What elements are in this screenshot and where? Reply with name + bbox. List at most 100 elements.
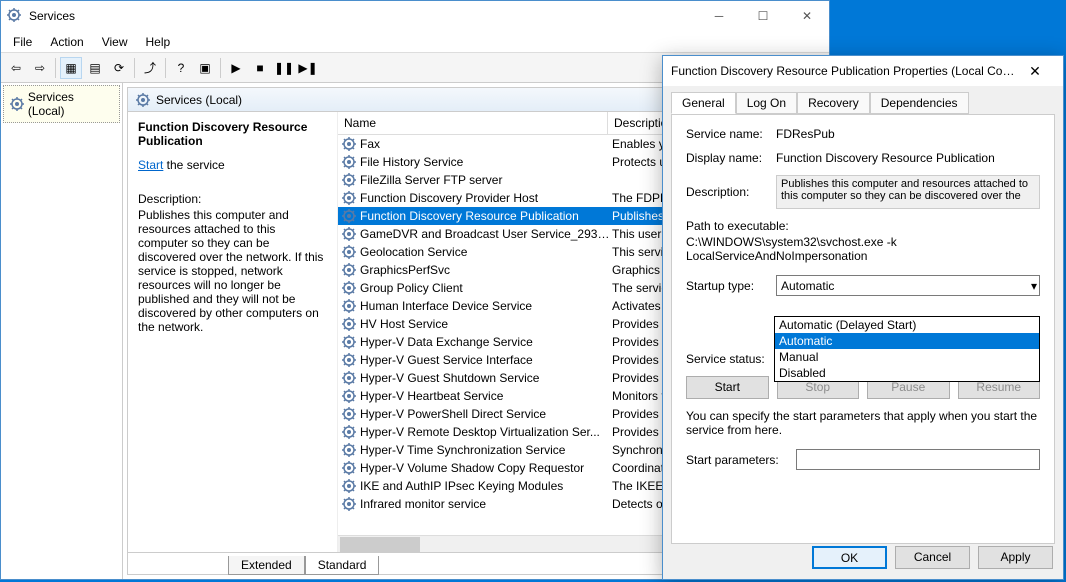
tab-recovery[interactable]: Recovery [797,92,870,114]
tab-standard[interactable]: Standard [305,556,380,575]
pause-service-button[interactable]: ❚❚ [273,57,295,79]
gear-icon [342,425,356,439]
dialog-title: Function Discovery Resource Publication … [671,64,1015,78]
minimize-button[interactable]: ─ [697,1,741,31]
tree-root[interactable]: Services (Local) [3,85,120,123]
gear-icon [342,407,356,421]
display-name-value: Function Discovery Resource Publication [776,151,1040,165]
start-service-button[interactable]: ▶ [225,57,247,79]
row-name: IKE and AuthIP IPsec Keying Modules [360,479,612,493]
gear-icon [342,335,356,349]
startup-value: Automatic [781,279,834,293]
properties-dialog[interactable]: Function Discovery Resource Publication … [662,55,1064,580]
gear-icon [342,227,356,241]
gear-icon [342,155,356,169]
chevron-down-icon: ▾ [1031,279,1037,293]
startup-combo[interactable]: Automatic ▾ [776,275,1040,296]
cancel-button[interactable]: Cancel [895,546,970,569]
opt-disabled[interactable]: Disabled [775,365,1039,381]
gear-icon [342,461,356,475]
row-name: GraphicsPerfSvc [360,263,612,277]
help-button[interactable]: ? [170,57,192,79]
gear-icon [342,353,356,367]
services-icon [7,8,23,24]
opt-manual[interactable]: Manual [775,349,1039,365]
close-button[interactable]: ✕ [785,1,829,31]
export-button[interactable]: ⤴ [139,57,161,79]
gear-icon [342,245,356,259]
service-name-label: Service name: [686,127,776,141]
properties-toolbar-button[interactable]: ▤ [84,57,106,79]
menu-file[interactable]: File [5,33,40,51]
forward-button[interactable]: ⇨ [29,57,51,79]
gear-icon [342,191,356,205]
row-name: Function Discovery Resource Publication [360,209,612,223]
tab-logon[interactable]: Log On [736,92,797,114]
startup-dropdown[interactable]: Automatic (Delayed Start) Automatic Manu… [774,316,1040,382]
row-name: HV Host Service [360,317,612,331]
row-name: Hyper-V Time Synchronization Service [360,443,612,457]
status-label: Service status: [686,352,776,366]
window-title: Services [29,9,697,23]
start-link[interactable]: Start [138,158,163,172]
gear-icon [342,299,356,313]
gear-icon [342,317,356,331]
row-name: Hyper-V Volume Shadow Copy Requestor [360,461,612,475]
tree-root-label: Services (Local) [28,90,113,118]
menubar: File Action View Help [1,31,829,53]
stop-service-button[interactable]: ■ [249,57,271,79]
row-name: Fax [360,137,612,151]
opt-automatic[interactable]: Automatic [775,333,1039,349]
dialog-tabs: General Log On Recovery Dependencies [663,86,1063,114]
description-label: Description: [138,192,327,206]
gear-icon [342,281,356,295]
gear-icon [342,263,356,277]
tab-extended[interactable]: Extended [228,556,305,575]
start-suffix: the service [163,158,224,172]
path-label: Path to executable: [686,219,1040,233]
startup-label: Startup type: [686,279,776,293]
ok-button[interactable]: OK [812,546,887,569]
detail-pane: Function Discovery Resource Publication … [128,112,338,552]
restart-service-button[interactable]: ▶❚ [297,57,319,79]
hint-text: You can specify the start parameters tha… [686,409,1040,437]
gear-icon [136,93,150,107]
maximize-button[interactable]: ☐ [741,1,785,31]
show-hide-tree-button[interactable]: ▦ [60,57,82,79]
row-name: Hyper-V Guest Service Interface [360,353,612,367]
gear-icon [342,497,356,511]
row-name: File History Service [360,155,612,169]
params-input[interactable] [796,449,1040,470]
tab-dependencies[interactable]: Dependencies [870,92,969,114]
row-name: Group Policy Client [360,281,612,295]
refresh-button[interactable]: ⟳ [108,57,130,79]
back-button[interactable]: ⇦ [5,57,27,79]
params-label: Start parameters: [686,453,796,467]
description-text: Publishes this computer and resources at… [138,208,327,334]
apply-button[interactable]: Apply [978,546,1053,569]
dialog-close-button[interactable]: ✕ [1015,63,1055,80]
tree-pane[interactable]: Services (Local) [1,83,123,579]
row-name: Hyper-V PowerShell Direct Service [360,407,612,421]
titlebar: Services ─ ☐ ✕ [1,1,829,31]
row-name: FileZilla Server FTP server [360,173,612,187]
gear-icon [342,371,356,385]
content-header-title: Services (Local) [156,93,242,107]
row-name: Hyper-V Guest Shutdown Service [360,371,612,385]
opt-delayed[interactable]: Automatic (Delayed Start) [775,317,1039,333]
start-button[interactable]: Start [686,376,769,399]
menu-view[interactable]: View [94,33,136,51]
description-box[interactable]: Publishes this computer and resources at… [776,175,1040,209]
dialog-titlebar: Function Discovery Resource Publication … [663,56,1063,86]
dialog-panel: Service name:FDResPub Display name:Funct… [671,114,1055,544]
row-name: GameDVR and Broadcast User Service_2933a… [360,227,612,241]
menu-help[interactable]: Help [138,33,179,51]
settings-button[interactable]: ▣ [194,57,216,79]
menu-action[interactable]: Action [42,33,91,51]
gear-icon [342,209,356,223]
col-name[interactable]: Name [338,112,608,134]
description-label-dlg: Description: [686,185,776,199]
row-name: Function Discovery Provider Host [360,191,612,205]
tab-general[interactable]: General [671,92,736,114]
row-name: Geolocation Service [360,245,612,259]
